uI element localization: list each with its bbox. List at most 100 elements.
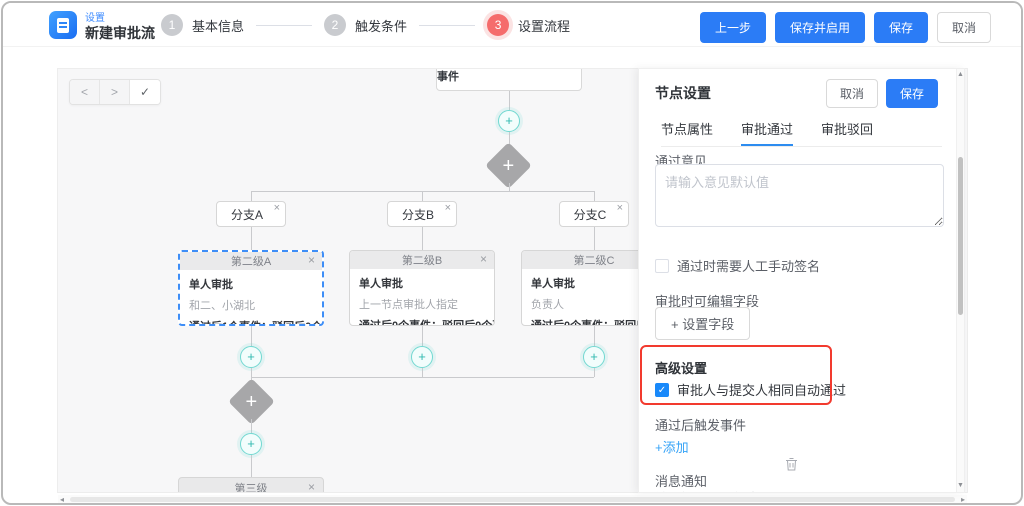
scroll-right-icon[interactable]: ▸ bbox=[961, 495, 965, 504]
comment-textarea[interactable] bbox=[655, 164, 944, 227]
notified-person-value: 创建 bbox=[732, 488, 758, 493]
flow-node-level3[interactable]: 第三级 × bbox=[178, 477, 324, 493]
card-events: 通过后1个事件；驳回后0个事件 bbox=[189, 318, 313, 326]
topbar-actions: 上一步 保存并启用 保存 取消 bbox=[700, 12, 991, 43]
page-title: 新建审批流 bbox=[85, 23, 155, 43]
set-fields-button[interactable]: + 设置字段 bbox=[655, 307, 750, 340]
scrollbar-thumb[interactable] bbox=[70, 497, 955, 502]
connector-line bbox=[422, 368, 423, 377]
step-basic-info[interactable]: 1 基本信息 bbox=[161, 14, 244, 36]
canvas-horizontal-scrollbar[interactable]: ◂ ▸ bbox=[58, 495, 967, 504]
connector-line bbox=[251, 326, 252, 346]
tab-approval-pass[interactable]: 审批通过 bbox=[741, 119, 793, 146]
checkbox-checked-icon[interactable]: ✓ bbox=[655, 383, 669, 397]
scrollbar-thumb[interactable] bbox=[958, 157, 963, 315]
close-icon[interactable]: × bbox=[274, 203, 280, 214]
tab-node-properties[interactable]: 节点属性 bbox=[661, 119, 713, 146]
close-icon[interactable]: × bbox=[308, 481, 315, 493]
plus-icon: + bbox=[246, 392, 258, 412]
close-icon[interactable]: × bbox=[617, 203, 623, 214]
scroll-up-icon[interactable]: ▲ bbox=[957, 70, 964, 80]
close-icon[interactable]: × bbox=[308, 254, 315, 266]
step-divider bbox=[256, 25, 312, 26]
stepper: 1 基本信息 2 触发条件 3 设置流程 bbox=[161, 3, 570, 47]
save-button[interactable]: 保存 bbox=[874, 12, 928, 43]
connector-line bbox=[422, 227, 423, 250]
node-settings-panel: 节点设置 取消 保存 节点属性 审批通过 审批驳回 通过意见 通过时需要人工手动… bbox=[638, 68, 965, 493]
canvas-toolbar: < > ✓ bbox=[69, 79, 161, 105]
advanced-settings-title: 高级设置 bbox=[655, 358, 707, 377]
branch-label: 分支C bbox=[574, 206, 607, 223]
connector-line bbox=[594, 191, 595, 201]
checkbox-unchecked-icon[interactable] bbox=[655, 259, 669, 273]
tab-approval-reject[interactable]: 审批驳回 bbox=[821, 119, 873, 146]
add-node-button[interactable]: + bbox=[240, 433, 262, 455]
node-events-text: 通过后0个事件；驳回后0个事件 bbox=[437, 68, 581, 84]
connector-line bbox=[422, 326, 423, 346]
top-bar: 设置 新建审批流 1 基本信息 2 触发条件 3 设置流程 上一步 保存并启用 … bbox=[3, 3, 1021, 47]
branch-label: 分支B bbox=[402, 206, 434, 223]
connector-line bbox=[422, 191, 423, 201]
card-events: 通过后0个事件；驳回后0个事件 bbox=[359, 317, 485, 326]
step-trigger-condition[interactable]: 2 触发条件 bbox=[324, 14, 407, 36]
branch-node-b[interactable]: 分支B × bbox=[387, 201, 457, 227]
check-icon: ✓ bbox=[140, 85, 150, 99]
branch-node-a[interactable]: 分支A × bbox=[216, 201, 286, 227]
connector-line bbox=[251, 419, 252, 433]
connector-line bbox=[594, 368, 595, 377]
panel-cancel-button[interactable]: 取消 bbox=[826, 79, 878, 108]
condition-gateway-icon[interactable]: + bbox=[485, 142, 532, 189]
scroll-left-icon[interactable]: ◂ bbox=[60, 495, 64, 504]
add-event-link[interactable]: +添加 bbox=[655, 437, 689, 456]
redo-button[interactable]: > bbox=[100, 80, 130, 104]
notified-person-label: 被通知人： bbox=[655, 488, 720, 493]
plus-icon: + bbox=[505, 113, 513, 128]
chevron-left-icon: < bbox=[81, 85, 88, 99]
card-approval-type: 单人审批 bbox=[189, 276, 313, 292]
card-title: 第二级C bbox=[574, 252, 615, 268]
plus-icon: + bbox=[418, 349, 426, 364]
add-node-button[interactable]: + bbox=[411, 346, 433, 368]
connector-line bbox=[594, 227, 595, 250]
panel-actions: 取消 保存 bbox=[826, 79, 938, 108]
approval-card-a[interactable]: 第二级A × 单人审批 和二、小湖北 通过后1个事件；驳回后0个事件 bbox=[178, 250, 324, 326]
add-node-button[interactable]: + bbox=[240, 346, 262, 368]
flow-node-top-events[interactable]: 通过后0个事件；驳回后0个事件 bbox=[436, 68, 582, 91]
connector-line bbox=[251, 368, 252, 377]
step-divider bbox=[419, 25, 475, 26]
save-and-enable-button[interactable]: 保存并启用 bbox=[775, 12, 865, 43]
node-title: 第三级 bbox=[235, 480, 268, 493]
panel-scrollbar[interactable]: ▲ ▼ bbox=[956, 69, 964, 492]
connector-line bbox=[509, 183, 510, 191]
step-label: 触发条件 bbox=[355, 16, 407, 35]
prev-step-button[interactable]: 上一步 bbox=[700, 12, 766, 43]
branch-label: 分支A bbox=[231, 206, 263, 223]
auto-pass-label: 审批人与提交人相同自动通过 bbox=[677, 380, 846, 399]
close-icon[interactable]: × bbox=[445, 203, 451, 214]
add-node-button[interactable]: + bbox=[498, 110, 520, 132]
validate-button[interactable]: ✓ bbox=[130, 80, 160, 104]
card-approver: 和二、小湖北 bbox=[189, 297, 313, 313]
auto-pass-checkbox-row[interactable]: ✓ 审批人与提交人相同自动通过 bbox=[655, 380, 846, 399]
card-title: 第二级A bbox=[231, 253, 271, 269]
panel-save-button[interactable]: 保存 bbox=[886, 79, 938, 108]
sign-checkbox-row[interactable]: 通过时需要人工手动签名 bbox=[655, 256, 820, 275]
scroll-down-icon[interactable]: ▼ bbox=[957, 481, 964, 491]
undo-button[interactable]: < bbox=[70, 80, 100, 104]
merge-gateway-icon[interactable]: + bbox=[228, 378, 275, 425]
breadcrumb: 设置 bbox=[85, 9, 105, 24]
plus-icon: + bbox=[247, 436, 255, 451]
chevron-right-icon: > bbox=[111, 85, 118, 99]
branch-node-c[interactable]: 分支C × bbox=[559, 201, 629, 227]
connector-line bbox=[251, 455, 252, 477]
step-set-flow[interactable]: 3 设置流程 bbox=[487, 14, 570, 36]
cancel-button[interactable]: 取消 bbox=[937, 12, 991, 43]
card-approval-type: 单人审批 bbox=[359, 275, 485, 291]
trash-icon[interactable] bbox=[785, 457, 798, 471]
close-icon[interactable]: × bbox=[480, 253, 487, 265]
add-node-button[interactable]: + bbox=[583, 346, 605, 368]
notified-person-row[interactable]: 被通知人： 创建 bbox=[655, 488, 758, 493]
connector-line bbox=[251, 191, 252, 201]
approval-card-b[interactable]: 第二级B × 单人审批 上一节点审批人指定 通过后0个事件；驳回后0个事件 bbox=[349, 250, 495, 326]
plus-icon: + bbox=[503, 156, 515, 176]
